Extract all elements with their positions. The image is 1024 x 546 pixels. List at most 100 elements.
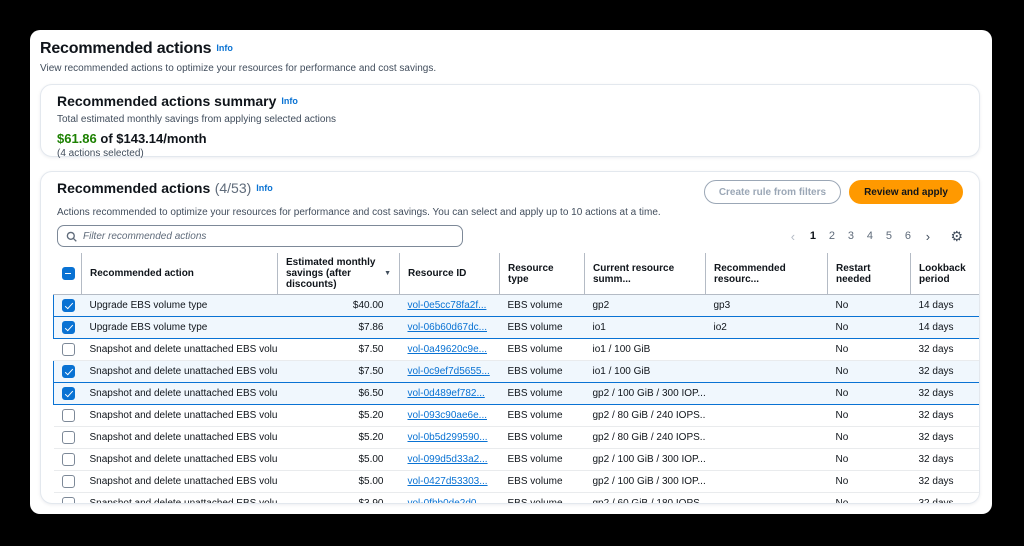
row-checkbox[interactable]: [62, 453, 75, 466]
page-info-link[interactable]: Info: [216, 43, 233, 53]
cell-restart-needed: No: [828, 361, 911, 383]
column-current-resource-summary[interactable]: Current resource summ...: [585, 253, 706, 295]
table-row[interactable]: Snapshot and delete unattached EBS volum…: [54, 383, 981, 405]
resource-id-link[interactable]: vol-0a49620c9e...: [408, 344, 488, 355]
selection-note: (4 actions selected): [57, 148, 963, 159]
resource-id-link[interactable]: vol-0e5cc78fa2f...: [408, 300, 487, 311]
pagination-page-1[interactable]: 1: [803, 227, 822, 246]
cell-resource-type: EBS volume: [500, 361, 585, 383]
table-row[interactable]: Snapshot and delete unattached EBS volum…: [54, 361, 981, 383]
cell-lookback-period: 32 days: [911, 449, 981, 471]
table-row[interactable]: Upgrade EBS volume type $40.00 vol-0e5cc…: [54, 295, 981, 317]
filter-input[interactable]: [83, 231, 454, 242]
table-row[interactable]: Snapshot and delete unattached EBS volum…: [54, 493, 981, 505]
column-recommended-action[interactable]: Recommended action: [82, 253, 278, 295]
cell-recommended-action: Snapshot and delete unattached EBS volum…: [82, 493, 278, 505]
cell-restart-needed: No: [828, 471, 911, 493]
cell-resource-type: EBS volume: [500, 339, 585, 361]
cell-restart-needed: No: [828, 295, 911, 317]
row-checkbox[interactable]: [62, 431, 75, 444]
cell-lookback-period: 32 days: [911, 471, 981, 493]
savings-line: $61.86 of $143.14/month: [57, 131, 963, 146]
table-row[interactable]: Snapshot and delete unattached EBS volum…: [54, 405, 981, 427]
gear-icon[interactable]: ⚙: [950, 228, 963, 245]
table-description: Actions recommended to optimize your res…: [41, 204, 979, 218]
review-apply-button[interactable]: Review and apply: [849, 180, 963, 204]
resource-id-link[interactable]: vol-0c9ef7d5655...: [408, 366, 490, 377]
table-info-link[interactable]: Info: [256, 183, 273, 193]
cell-recommended-resource-summary: [706, 383, 828, 405]
table-row[interactable]: Upgrade EBS volume type $7.86 vol-06b60d…: [54, 317, 981, 339]
cell-lookback-period: 32 days: [911, 339, 981, 361]
row-checkbox[interactable]: [62, 387, 75, 400]
table-row[interactable]: Snapshot and delete unattached EBS volum…: [54, 449, 981, 471]
cell-restart-needed: No: [828, 405, 911, 427]
resource-id-link[interactable]: vol-0d489ef782...: [408, 388, 485, 399]
table-row[interactable]: Snapshot and delete unattached EBS volum…: [54, 471, 981, 493]
row-checkbox[interactable]: [62, 299, 75, 312]
resource-id-link[interactable]: vol-06b60d67dc...: [408, 322, 488, 333]
resource-id-link[interactable]: vol-0b5d299590...: [408, 432, 488, 443]
cell-resource-type: EBS volume: [500, 295, 585, 317]
cell-current-resource-summary: io1 / 100 GiB: [585, 361, 706, 383]
row-checkbox[interactable]: [62, 365, 75, 378]
pagination-page-3[interactable]: 3: [841, 227, 860, 246]
pagination-page-6[interactable]: 6: [898, 227, 917, 246]
summary-info-link[interactable]: Info: [281, 96, 298, 106]
row-checkbox[interactable]: [62, 475, 75, 488]
cell-recommended-action: Snapshot and delete unattached EBS volum…: [82, 339, 278, 361]
cell-estimated-savings: $5.00: [278, 471, 400, 493]
cell-restart-needed: No: [828, 449, 911, 471]
cell-estimated-savings: $6.50: [278, 383, 400, 405]
summary-title: Recommended actions summary: [57, 93, 276, 109]
table-row[interactable]: Snapshot and delete unattached EBS volum…: [54, 427, 981, 449]
column-recommended-resource-summary[interactable]: Recommended resourc...: [706, 253, 828, 295]
cell-lookback-period: 32 days: [911, 361, 981, 383]
cell-current-resource-summary: gp2: [585, 295, 706, 317]
resource-id-link[interactable]: vol-0427d53303...: [408, 476, 488, 487]
column-lookback-period[interactable]: Lookback period: [911, 253, 981, 295]
cell-recommended-resource-summary: [706, 405, 828, 427]
cell-estimated-savings: $7.50: [278, 339, 400, 361]
summary-card: Recommended actions summaryInfo Total es…: [40, 84, 980, 157]
pagination-page-2[interactable]: 2: [822, 227, 841, 246]
recommended-actions-table: Recommended action Estimated monthly sav…: [53, 253, 980, 504]
column-resource-type[interactable]: Resource type: [500, 253, 585, 295]
cell-estimated-savings: $5.20: [278, 427, 400, 449]
pagination-page-4[interactable]: 4: [860, 227, 879, 246]
filter-input-box[interactable]: [57, 225, 463, 247]
table-row[interactable]: Snapshot and delete unattached EBS volum…: [54, 339, 981, 361]
resource-id-link[interactable]: vol-099d5d33a2...: [408, 454, 488, 465]
row-checkbox[interactable]: [62, 409, 75, 422]
table-header-row: Recommended action Estimated monthly sav…: [54, 253, 981, 295]
cell-recommended-action: Snapshot and delete unattached EBS volum…: [82, 471, 278, 493]
cell-current-resource-summary: gp2 / 60 GiB / 180 IOPS...: [585, 493, 706, 505]
table-body: Upgrade EBS volume type $40.00 vol-0e5cc…: [54, 295, 981, 505]
cell-estimated-savings: $3.90: [278, 493, 400, 505]
row-checkbox[interactable]: [62, 321, 75, 334]
cell-recommended-resource-summary: gp3: [706, 295, 828, 317]
resource-id-link[interactable]: vol-0fbb0de2d0...: [408, 498, 485, 504]
pagination-page-5[interactable]: 5: [879, 227, 898, 246]
table-scroll-area[interactable]: Recommended action Estimated monthly sav…: [41, 253, 980, 504]
savings-value: $61.86: [57, 131, 97, 146]
create-rule-button[interactable]: Create rule from filters: [704, 180, 841, 204]
cell-recommended-action: Snapshot and delete unattached EBS volum…: [82, 427, 278, 449]
column-estimated-savings[interactable]: Estimated monthly savings (after discoun…: [278, 253, 400, 295]
page-description: View recommended actions to optimize you…: [40, 63, 982, 74]
cell-resource-type: EBS volume: [500, 405, 585, 427]
pagination-prev-button[interactable]: ‹: [783, 227, 802, 246]
cell-lookback-period: 32 days: [911, 493, 981, 505]
pagination-next-button[interactable]: ›: [918, 227, 937, 246]
cell-recommended-resource-summary: [706, 339, 828, 361]
column-restart-needed[interactable]: Restart needed: [828, 253, 911, 295]
cell-resource-type: EBS volume: [500, 471, 585, 493]
select-all-checkbox[interactable]: [62, 267, 75, 280]
row-checkbox[interactable]: [62, 497, 75, 504]
resource-id-link[interactable]: vol-093c90ae6e...: [408, 410, 488, 421]
cell-restart-needed: No: [828, 339, 911, 361]
cell-estimated-savings: $40.00: [278, 295, 400, 317]
cell-restart-needed: No: [828, 317, 911, 339]
row-checkbox[interactable]: [62, 343, 75, 356]
column-resource-id[interactable]: Resource ID: [400, 253, 500, 295]
